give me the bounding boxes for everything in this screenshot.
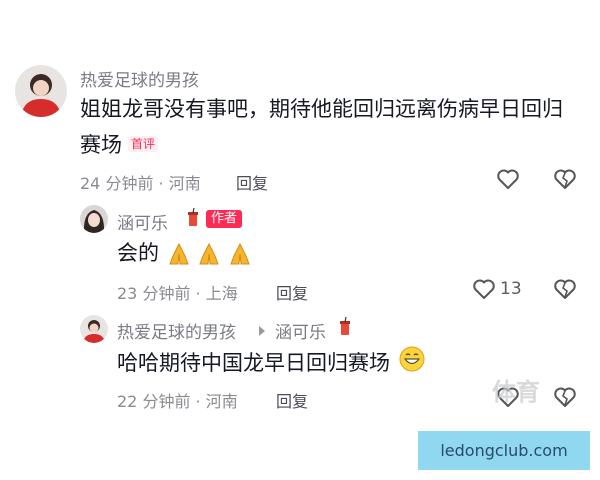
username[interactable]: 热爱足球的男孩 bbox=[117, 318, 236, 343]
comment-text: 姐姐龙哥没有事吧，期待他能回归远离伤病早日回归 bbox=[80, 92, 563, 126]
comment-text-2: 赛场 首评 bbox=[80, 128, 159, 162]
comment-text-body: 哈哈期待中国龙早日回归赛场 bbox=[117, 351, 390, 375]
watermark: 体育 bbox=[492, 378, 540, 406]
reply-to-username[interactable]: 涵可乐 bbox=[275, 318, 326, 343]
heart-icon[interactable] bbox=[472, 278, 496, 304]
dislike-icon[interactable] bbox=[553, 278, 577, 304]
praying-hands-icon bbox=[229, 242, 251, 266]
site-domain-text: ledongclub.com bbox=[440, 441, 568, 460]
reply-button[interactable]: 回复 bbox=[236, 170, 268, 194]
avatar[interactable] bbox=[80, 315, 108, 343]
comment-text: 哈哈期待中国龙早日回归赛场 bbox=[117, 346, 425, 382]
reply-button[interactable]: 回复 bbox=[276, 388, 308, 412]
time-location: 23 分钟前 · 上海 bbox=[117, 284, 238, 303]
dislike-icon[interactable] bbox=[553, 168, 577, 194]
praying-hands-icon bbox=[168, 242, 190, 266]
reply-arrow-icon bbox=[257, 322, 267, 341]
like-count: 13 bbox=[500, 279, 522, 299]
author-badge: 作者 bbox=[206, 210, 243, 228]
comment-text-line1: 姐姐龙哥没有事吧，期待他能回归远离伤病早日回归 bbox=[80, 97, 563, 121]
site-domain-label: ledongclub.com bbox=[418, 431, 590, 470]
username[interactable]: 热爱足球的男孩 bbox=[80, 66, 199, 91]
grinning-face-icon bbox=[399, 346, 425, 382]
comment-text: 会的 bbox=[117, 236, 251, 270]
reply-button[interactable]: 回复 bbox=[276, 280, 308, 304]
avatar[interactable] bbox=[15, 65, 67, 117]
praying-hands-icon bbox=[198, 242, 220, 266]
dislike-icon[interactable] bbox=[553, 386, 577, 412]
drink-cup-icon bbox=[186, 207, 200, 232]
first-comment-badge: 首评 bbox=[128, 136, 159, 152]
username[interactable]: 涵可乐 bbox=[117, 209, 168, 234]
comment-text-body: 会的 bbox=[117, 241, 159, 265]
time-location: 22 分钟前 · 河南 bbox=[117, 392, 238, 411]
comment-text-line2: 赛场 bbox=[80, 133, 122, 157]
time-location: 24 分钟前 · 河南 bbox=[80, 174, 201, 193]
avatar[interactable] bbox=[80, 205, 108, 233]
heart-icon[interactable] bbox=[496, 168, 520, 194]
drink-cup-icon bbox=[338, 316, 352, 341]
